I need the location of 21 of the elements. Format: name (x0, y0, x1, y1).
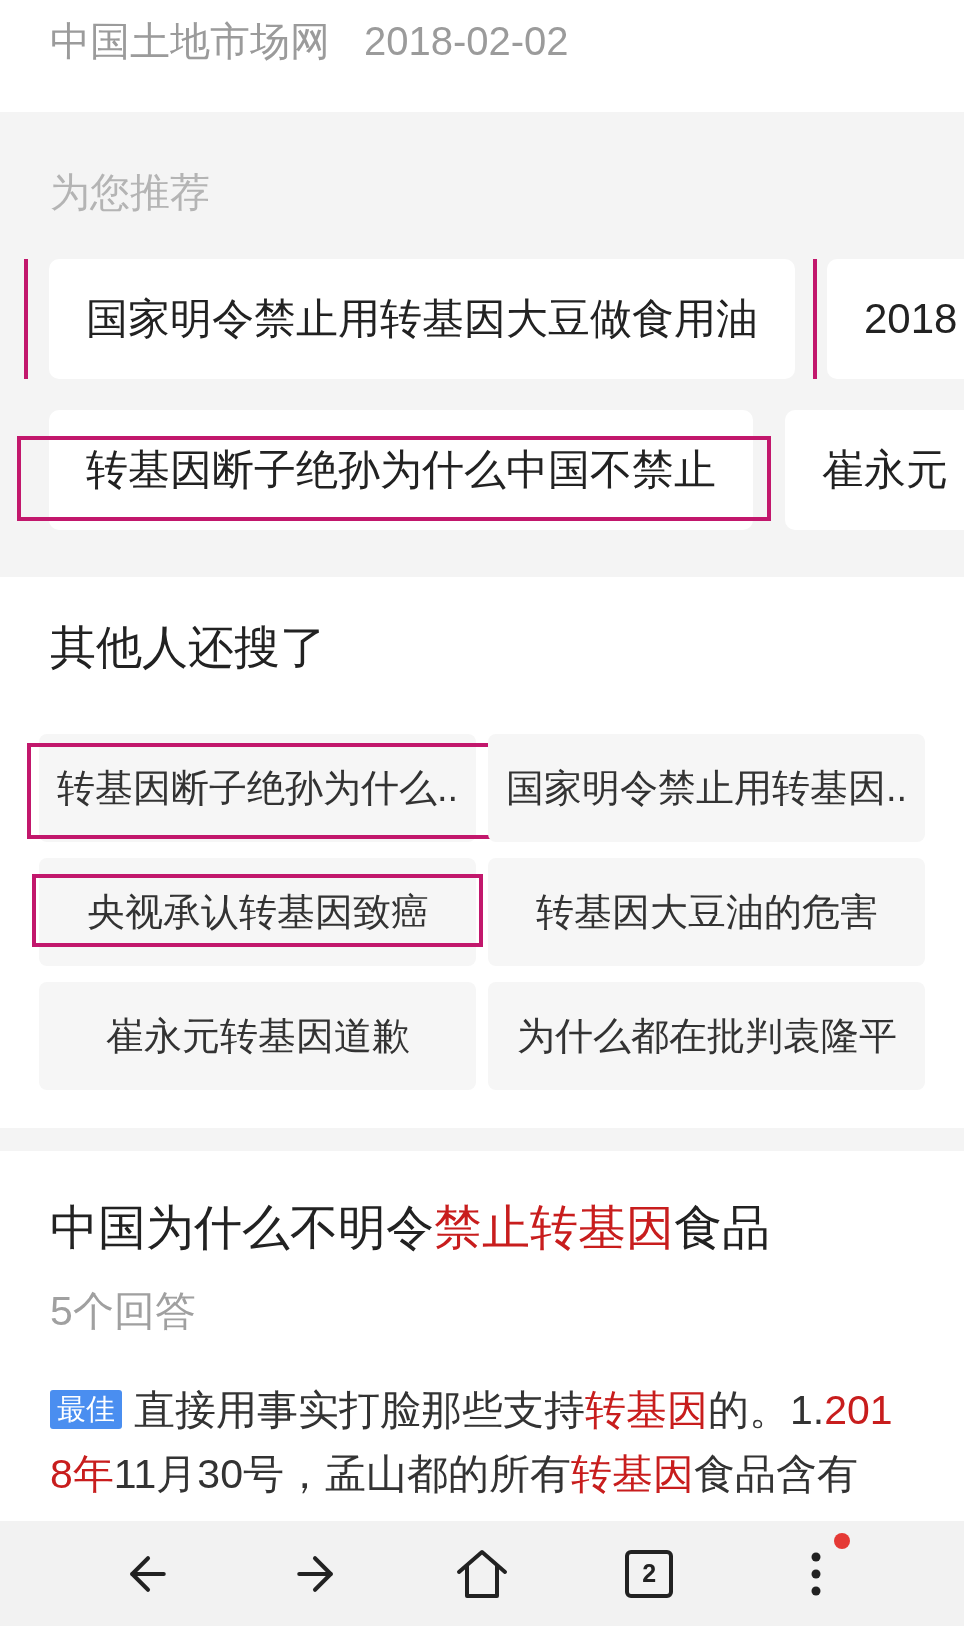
publish-date: 2018-02-02 (364, 18, 569, 65)
recommendation-chip[interactable]: 转基因断子绝孙为什么中国不禁止 (49, 410, 753, 530)
related-search-chip[interactable]: 转基因大豆油的危害 (488, 858, 925, 966)
related-search-chip[interactable]: 央视承认转基因致癌 (39, 858, 476, 966)
best-answer-badge: 最佳 (50, 1390, 122, 1429)
question-title[interactable]: 中国为什么不明令禁止转基因食品 (50, 1199, 770, 1257)
related-search-chip[interactable]: 国家明令禁止用转基因.. (488, 734, 925, 842)
tabs-button[interactable]: 2 (625, 1549, 674, 1598)
section-title: 其他人还搜了 (50, 620, 326, 675)
related-search-chip[interactable]: 转基因断子绝孙为什么.. (39, 734, 476, 842)
answer-count: 5个回答 (50, 1287, 196, 1336)
related-search-chip[interactable]: 为什么都在批判袁隆平 (488, 982, 925, 1090)
recommendation-chip[interactable]: 2018 (827, 259, 964, 379)
answer-excerpt[interactable]: 最佳 直接用事实打脸那些支持转基因的。1.2018年11月30号，孟山都的所有转基因食品含有 (50, 1378, 902, 1506)
section-title: 为您推荐 (50, 169, 210, 216)
recommendation-chip[interactable]: 崔永元 (785, 410, 964, 530)
source-name: 中国土地市场网 (50, 18, 330, 65)
recommendation-chip[interactable]: 国家明令禁止用转基因大豆做食用油 (49, 259, 795, 379)
related-search-chip[interactable]: 崔永元转基因道歉 (39, 982, 476, 1090)
home-icon (456, 1548, 508, 1599)
menu-icon (811, 1551, 822, 1596)
